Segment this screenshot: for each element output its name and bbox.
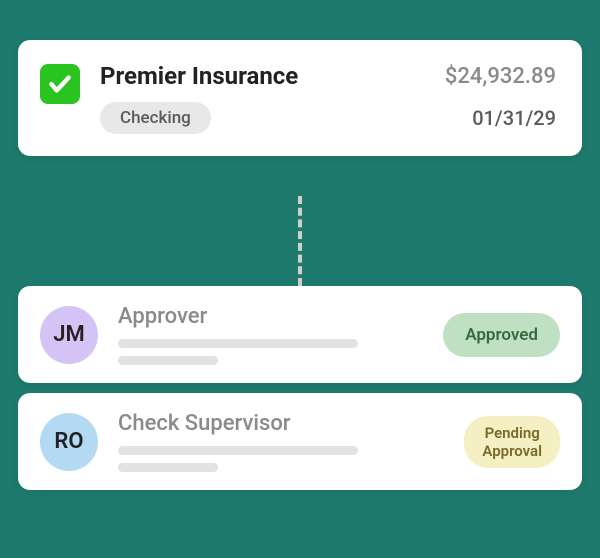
approver-body: Check Supervisor xyxy=(118,411,444,472)
approver-body: Approver xyxy=(118,304,423,365)
status-badge: Approved xyxy=(443,313,560,357)
payment-card[interactable]: Premier Insurance $24,932.89 Checking 01… xyxy=(18,40,582,156)
skeleton-line xyxy=(118,463,218,472)
connector-line xyxy=(298,196,302,286)
account-type-pill: Checking xyxy=(100,102,211,134)
skeleton-line xyxy=(118,356,218,365)
avatar: RO xyxy=(40,413,98,471)
approvers-list: JM Approver Approved RO Check Supervisor… xyxy=(18,286,582,500)
avatar: JM xyxy=(40,306,98,364)
checkmark-icon xyxy=(40,64,80,104)
payment-date: 01/31/29 xyxy=(472,106,556,130)
payment-amount: $24,932.89 xyxy=(445,64,556,89)
status-badge: PendingApproval xyxy=(464,416,560,468)
payee-name: Premier Insurance xyxy=(100,62,298,90)
skeleton-line xyxy=(118,339,358,348)
payment-details: Premier Insurance $24,932.89 Checking 01… xyxy=(100,62,556,134)
approver-card[interactable]: JM Approver Approved xyxy=(18,286,582,383)
approver-role: Check Supervisor xyxy=(118,411,444,436)
approver-role: Approver xyxy=(118,304,423,329)
skeleton-line xyxy=(118,446,358,455)
approver-card[interactable]: RO Check Supervisor PendingApproval xyxy=(18,393,582,490)
